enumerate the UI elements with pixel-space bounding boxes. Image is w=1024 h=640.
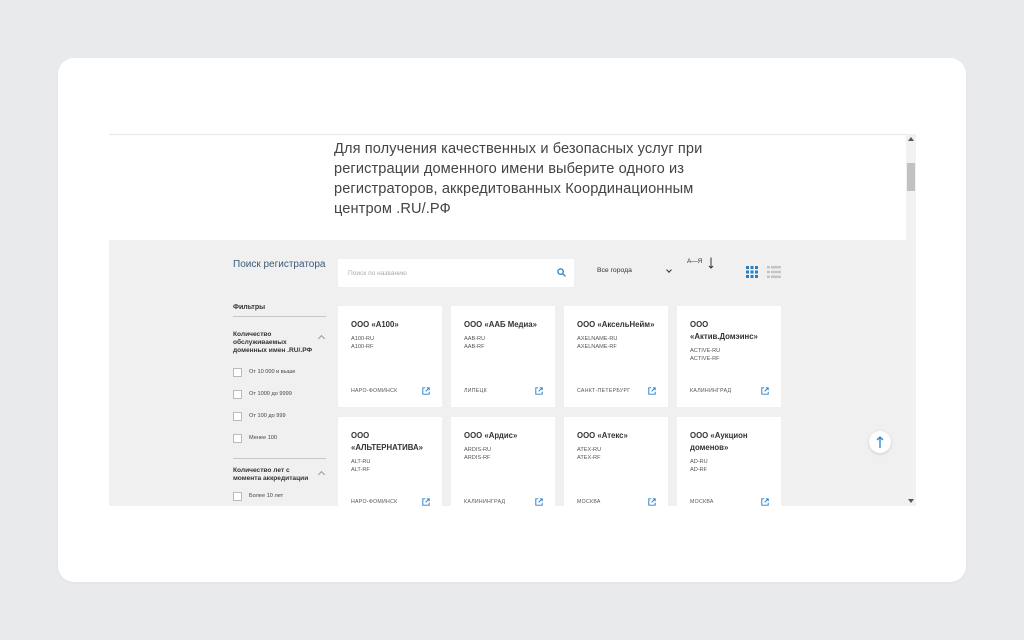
registrar-name[interactable]: ООО «Ардис» bbox=[464, 430, 548, 442]
registrar-city: НАРО-ФОМИНСК bbox=[351, 388, 398, 394]
checkbox[interactable] bbox=[233, 389, 242, 399]
registrar-domain: AAB-RF bbox=[464, 344, 485, 350]
registrar-card[interactable]: ООО «А100» A100-RU A100-RF НАРО-ФОМИНСК bbox=[338, 306, 442, 407]
sort-toggle-label[interactable]: А—Я bbox=[687, 258, 702, 265]
external-link-icon[interactable] bbox=[648, 498, 656, 506]
checkbox[interactable] bbox=[233, 491, 242, 501]
registrar-name[interactable]: ООО «ААБ Медиа» bbox=[464, 319, 548, 331]
scroll-up-icon[interactable] bbox=[908, 137, 914, 141]
checkbox[interactable] bbox=[233, 411, 242, 421]
registrar-card[interactable]: ООО «АЛЬТЕРНАТИВА» ALT-RU ALT-RF НАРО-ФО… bbox=[338, 417, 442, 506]
external-link-icon[interactable] bbox=[535, 387, 543, 395]
registrar-domain: AXELNAME-RF bbox=[577, 344, 617, 350]
intro-text: Для получения качественных и безопасных … bbox=[334, 141, 703, 217]
registrar-domain: ALT-RF bbox=[351, 467, 370, 473]
registrar-card[interactable]: ООО «Ардис» ARDIS-RU ARDIS-RF КАЛИНИНГРА… bbox=[451, 417, 555, 506]
registrar-card[interactable]: ООО «АксельНейм» AXELNAME-RU AXELNAME-RF… bbox=[564, 306, 668, 407]
registrar-domain: ALT-RU bbox=[351, 459, 371, 465]
registrar-city: МОСКВА bbox=[690, 499, 714, 505]
external-link-icon[interactable] bbox=[761, 498, 769, 506]
registrar-card[interactable]: ООО «ААБ Медиа» AAB-RU AAB-RF ЛИПЕЦК bbox=[451, 306, 555, 407]
registrar-domain: AD-RF bbox=[690, 467, 708, 473]
filter-option[interactable]: От 1000 до 9999 bbox=[233, 389, 292, 399]
registrar-domain: ACTIVE-RU bbox=[690, 348, 721, 354]
external-link-icon[interactable] bbox=[761, 387, 769, 395]
filter-group-title-domains[interactable]: Количество обслуживаемых доменных имен .… bbox=[233, 331, 319, 355]
registrar-city: КАЛИНИНГРАД bbox=[464, 499, 506, 505]
scrollbar[interactable] bbox=[906, 134, 916, 506]
filter-option-label: От 10 000 и выше bbox=[249, 369, 296, 375]
chevron-down-icon bbox=[666, 267, 672, 273]
registrar-domain: ATEX-RF bbox=[577, 455, 601, 461]
registrar-city: НАРО-ФОМИНСК bbox=[351, 499, 398, 505]
registrar-search-section: Поиск регистратора Фильтры Количество об… bbox=[109, 240, 906, 506]
checkbox[interactable] bbox=[233, 433, 242, 443]
filter-option[interactable]: От 10 000 и выше bbox=[233, 367, 295, 377]
registrar-name[interactable]: ООО «Атекс» bbox=[577, 430, 661, 442]
registrar-name[interactable]: ООО «А100» bbox=[351, 319, 435, 331]
external-link-icon[interactable] bbox=[535, 498, 543, 506]
registrar-domain: ARDIS-RF bbox=[464, 455, 491, 461]
registrar-domain: A100-RU bbox=[351, 336, 375, 342]
filter-option[interactable]: От 100 до 999 bbox=[233, 411, 286, 421]
filter-option-label: Более 10 лет bbox=[249, 493, 284, 499]
chevron-up-icon[interactable] bbox=[317, 470, 326, 479]
search-box[interactable] bbox=[338, 259, 574, 287]
list-view-icon[interactable] bbox=[767, 266, 781, 278]
filter-option[interactable]: Более 10 лет bbox=[233, 491, 283, 501]
city-select-value: Все города bbox=[597, 267, 632, 274]
registrar-domain: ACTIVE-RF bbox=[690, 356, 720, 362]
search-input[interactable] bbox=[338, 259, 548, 287]
arrow-up-icon bbox=[876, 436, 884, 448]
external-link-icon[interactable] bbox=[422, 387, 430, 395]
page-viewport: Для получения качественных и безопасных … bbox=[109, 134, 916, 506]
grid-view-icon[interactable] bbox=[746, 266, 758, 278]
registrar-name[interactable]: ООО «Актив.Домэинс» bbox=[690, 319, 774, 343]
registrar-city: КАЛИНИНГРАД bbox=[690, 388, 732, 394]
registrar-city: ЛИПЕЦК bbox=[464, 388, 487, 394]
registrar-domain: ARDIS-RU bbox=[464, 447, 492, 453]
registrar-city: САНКТ-ПЕТЕРБУРГ bbox=[577, 388, 631, 394]
filter-option[interactable]: Менее 100 bbox=[233, 433, 277, 443]
checkbox[interactable] bbox=[233, 367, 242, 377]
registrar-name[interactable]: ООО «АксельНейм» bbox=[577, 319, 661, 331]
registrar-city: МОСКВА bbox=[577, 499, 601, 505]
divider bbox=[233, 316, 326, 317]
search-icon[interactable] bbox=[557, 268, 566, 277]
registrar-card[interactable]: ООО «Аукцион доменов» AD-RU AD-RF МОСКВА bbox=[677, 417, 781, 506]
registrar-domain: ATEX-RU bbox=[577, 447, 602, 453]
filter-group-title-years[interactable]: Количество лет с момента аккредитации bbox=[233, 467, 319, 483]
scroll-to-top-button[interactable] bbox=[869, 431, 891, 453]
registrar-card[interactable]: ООО «Атекс» ATEX-RU ATEX-RF МОСКВА bbox=[564, 417, 668, 506]
city-select[interactable]: Все города bbox=[597, 267, 672, 279]
registrar-domain: AXELNAME-RU bbox=[577, 336, 618, 342]
filter-option-label: Менее 100 bbox=[249, 435, 278, 441]
external-link-icon[interactable] bbox=[422, 498, 430, 506]
external-link-icon[interactable] bbox=[648, 387, 656, 395]
registrar-domain: A100-RF bbox=[351, 344, 374, 350]
divider bbox=[233, 458, 326, 459]
registrar-domain: AD-RU bbox=[690, 459, 708, 465]
header-divider bbox=[109, 134, 906, 135]
scrollbar-thumb[interactable] bbox=[907, 163, 915, 191]
registrar-domain: AAB-RU bbox=[464, 336, 486, 342]
registrar-name[interactable]: ООО «АЛЬТЕРНАТИВА» bbox=[351, 430, 435, 454]
filter-option-label: От 100 до 999 bbox=[249, 413, 286, 419]
filter-option-label: От 1000 до 9999 bbox=[249, 391, 292, 397]
registrar-card[interactable]: ООО «Актив.Домэинс» ACTIVE-RU ACTIVE-RF … bbox=[677, 306, 781, 407]
filters-label: Фильтры bbox=[233, 304, 266, 311]
registrar-name[interactable]: ООО «Аукцион доменов» bbox=[690, 430, 774, 454]
scroll-down-icon[interactable] bbox=[908, 499, 914, 503]
arrow-down-icon[interactable] bbox=[708, 257, 714, 269]
sidebar-title: Поиск регистратора bbox=[233, 259, 326, 270]
chevron-up-icon[interactable] bbox=[317, 334, 326, 343]
